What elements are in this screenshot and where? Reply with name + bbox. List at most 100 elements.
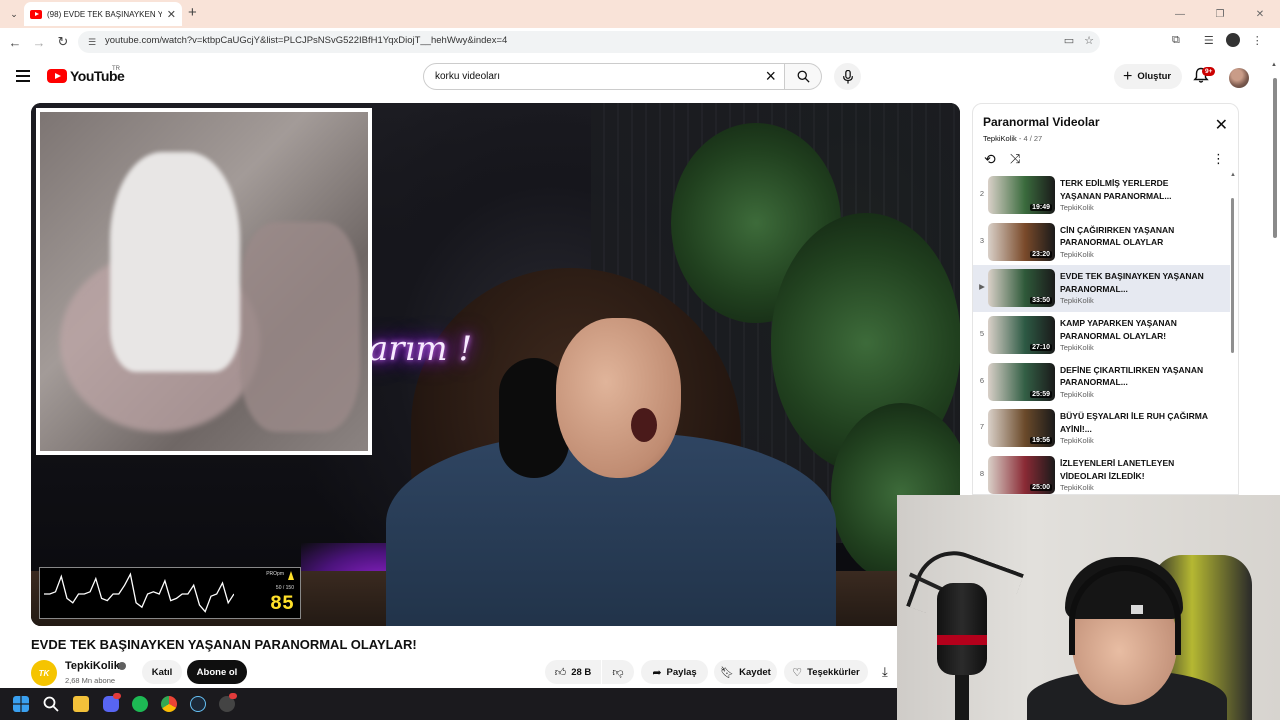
cast-icon[interactable]: ▭: [1064, 34, 1074, 47]
window-minimize-button[interactable]: —: [1160, 0, 1200, 28]
playlist-item-thumbnail[interactable]: 33:50: [988, 269, 1055, 308]
back-arrow-icon[interactable]: ←: [6, 33, 24, 51]
heart-rate-monitor: PROpm 50 / 150 85: [39, 567, 301, 619]
playlist-item-title[interactable]: EVDE TEK BAŞINAYKEN YAŞANAN PARANORMAL..…: [1060, 270, 1210, 295]
tab-title: (98) EVDE TEK BAŞINAYKEN YA...: [47, 9, 162, 19]
forward-arrow-icon[interactable]: →: [30, 33, 48, 51]
playlist-item-title[interactable]: İZLEYENLERİ LANETLEYEN VİDEOLARI İZLEDİK…: [1060, 457, 1210, 482]
playlist-item[interactable]: 7 19:56 BÜYÜ EŞYALARI İLE RUH ÇAĞIRMA AYİN…: [973, 405, 1230, 452]
save-label: Kaydet: [739, 666, 771, 678]
thumbs-down-icon: 👎︎: [612, 666, 624, 679]
playlist-owner[interactable]: TepkiKolik: [983, 134, 1017, 143]
share-button[interactable]: ➦ Paylaş: [641, 660, 708, 684]
discord-badge: [113, 693, 121, 699]
more-options-icon[interactable]: ⋮: [1212, 151, 1225, 167]
playlist-item[interactable]: 8 25:00 İZLEYENLERİ LANETLEYEN VİDEOLARI İ…: [973, 452, 1230, 494]
steam-icon[interactable]: [190, 696, 206, 712]
playlist-scrollbar[interactable]: [1231, 198, 1234, 353]
playlist-item-thumbnail[interactable]: 23:20: [988, 222, 1055, 261]
tab-close-icon[interactable]: ✕: [167, 8, 176, 21]
window-close-button[interactable]: ✕: [1240, 0, 1280, 28]
subscribe-button[interactable]: Abone ol: [187, 660, 247, 684]
tab-search-button[interactable]: ⌄: [4, 4, 24, 24]
playlist-item-title[interactable]: DEFİNE ÇIKARTILIRKEN YAŞANAN PARANORMAL.…: [1060, 364, 1210, 389]
page-scroll-up-icon[interactable]: ▲: [1271, 62, 1277, 68]
channel-name[interactable]: TepkiKolik: [65, 660, 120, 672]
playlist-item-channel: TepkiKolik: [1060, 203, 1094, 212]
search-input-value[interactable]: korku videoları: [435, 71, 500, 82]
playlist-item-thumbnail[interactable]: 19:56: [988, 409, 1055, 448]
playlist-item-thumbnail[interactable]: 25:00: [988, 456, 1055, 494]
thanks-heart-icon: ♡: [792, 666, 803, 679]
reload-icon[interactable]: ↻: [54, 33, 72, 51]
reading-list-icon[interactable]: ☰: [1204, 34, 1214, 47]
video-title: EVDE TEK BAŞINAYKEN YAŞANAN PARANORMAL O…: [31, 637, 417, 652]
playlist-item-channel: TepkiKolik: [1060, 296, 1094, 306]
browser-tab-strip: ⌄ (98) EVDE TEK BAŞINAYKEN YA... ✕ + — ❐…: [0, 0, 1280, 28]
playlist-item-title[interactable]: KAMP YAPARKEN YAŞANAN PARANORMAL OLAYLAR…: [1060, 317, 1210, 342]
browser-menu-icon[interactable]: ⋮: [1252, 34, 1263, 47]
playlist-item-thumbnail[interactable]: 19:49: [988, 176, 1055, 214]
notifications-badge: 9+: [1202, 67, 1216, 76]
playlist-item-title[interactable]: TERK EDİLMİŞ YERLERDE YAŞANAN PARANORMAL…: [1060, 177, 1210, 202]
browser-toolbar: ← → ↻ ☰ youtube.com/watch?v=ktbpCaUGcjY&…: [0, 28, 1280, 56]
verified-badge-icon: [118, 662, 126, 670]
join-button[interactable]: Katıl: [142, 660, 182, 684]
playlist-item-title[interactable]: CİN ÇAĞIRIRKEN YAŞANAN PARANORMAL OLAYLA…: [1060, 224, 1210, 249]
like-count: 28 B: [571, 666, 592, 678]
playlist-item[interactable]: 2 19:49 TERK EDİLMİŞ YERLERDE YAŞANAN PARA…: [973, 172, 1230, 219]
search-input[interactable]: korku videoları ×: [423, 63, 785, 90]
account-avatar[interactable]: [1229, 68, 1249, 88]
profile-icon[interactable]: [1225, 33, 1240, 47]
taskbar-search-icon[interactable]: [43, 696, 59, 712]
playlist-item-index: 7: [979, 422, 985, 432]
playlist-item-channel: TepkiKolik: [1060, 483, 1094, 493]
spotify-icon[interactable]: [132, 696, 148, 712]
save-button[interactable]: 🔖︎ Kaydet: [714, 660, 777, 684]
heart-rate-label: PROpm: [266, 571, 284, 577]
bookmark-star-icon[interactable]: ☆: [1084, 34, 1094, 47]
address-bar[interactable]: ☰ youtube.com/watch?v=ktbpCaUGcjY&list=P…: [78, 31, 1100, 53]
windows-start-icon[interactable]: [13, 696, 29, 712]
download-icon[interactable]: ⤓: [882, 664, 888, 680]
extensions-icon[interactable]: ⧉: [1172, 34, 1180, 47]
playlist-scroll-up-icon[interactable]: ▲: [1230, 172, 1236, 178]
playlist-item-channel: TepkiKolik: [1060, 389, 1094, 399]
bookmark-icon: 🔖︎: [720, 666, 735, 679]
playlist-item[interactable]: 5 27:10 KAMP YAPARKEN YAŞANAN PARANORMAL O…: [973, 312, 1230, 359]
playlist-item[interactable]: ▶ 33:50 EVDE TEK BAŞINAYKEN YAŞANAN PARANO…: [973, 265, 1230, 313]
playlist-title[interactable]: Paranormal Videolar: [983, 115, 1100, 129]
taskbar: [0, 688, 897, 720]
playlist-item[interactable]: 3 23:20 CİN ÇAĞIRIRKEN YAŞANAN PARANORMAL …: [973, 219, 1230, 266]
inset-clip-image: [40, 112, 368, 451]
new-tab-button[interactable]: +: [188, 5, 197, 21]
site-info-icon[interactable]: ☰: [86, 36, 98, 48]
playlist-item-duration: 25:59: [1030, 390, 1052, 398]
playlist-item-thumbnail[interactable]: 25:59: [988, 362, 1055, 401]
shuffle-icon[interactable]: ⤨: [1010, 151, 1020, 167]
page-scrollbar[interactable]: [1273, 78, 1277, 238]
close-playlist-icon[interactable]: ✕: [1215, 118, 1228, 134]
thanks-button[interactable]: ♡ Teşekkürler: [784, 660, 868, 684]
video-player[interactable]: arım ! PROpm 50 / 150 85: [31, 103, 960, 626]
chrome-icon[interactable]: [161, 696, 177, 712]
browser-tab-active[interactable]: (98) EVDE TEK BAŞINAYKEN YA... ✕: [24, 2, 182, 26]
voice-search-button[interactable]: [834, 63, 861, 90]
create-button[interactable]: + Oluştur: [1114, 64, 1182, 89]
playlist-item-thumbnail[interactable]: 27:10: [988, 316, 1055, 355]
url-text[interactable]: youtube.com/watch?v=ktbpCaUGcjY&list=PLC…: [105, 35, 507, 46]
menu-icon[interactable]: [16, 70, 30, 82]
playlist-item-duration: 19:56: [1030, 437, 1052, 445]
clear-search-icon[interactable]: ×: [765, 66, 776, 86]
file-explorer-icon[interactable]: [73, 696, 89, 712]
playlist-item-title[interactable]: BÜYÜ EŞYALARI İLE RUH ÇAĞIRMA AYİNİ!...: [1060, 410, 1210, 435]
playlist-item[interactable]: 6 25:59 DEFİNE ÇIKARTILIRKEN YAŞANAN PARAN…: [973, 359, 1230, 406]
playlist-item-duration: 19:49: [1030, 204, 1052, 211]
inset-figure: [110, 152, 240, 372]
channel-avatar[interactable]: TK: [31, 660, 57, 686]
loop-icon[interactable]: ⟲: [984, 151, 996, 168]
search-button[interactable]: [785, 63, 822, 90]
window-restore-button[interactable]: ❐: [1200, 0, 1240, 28]
like-button[interactable]: 👍︎ 28 B: [545, 660, 601, 684]
dislike-button[interactable]: 👎︎: [602, 660, 634, 684]
